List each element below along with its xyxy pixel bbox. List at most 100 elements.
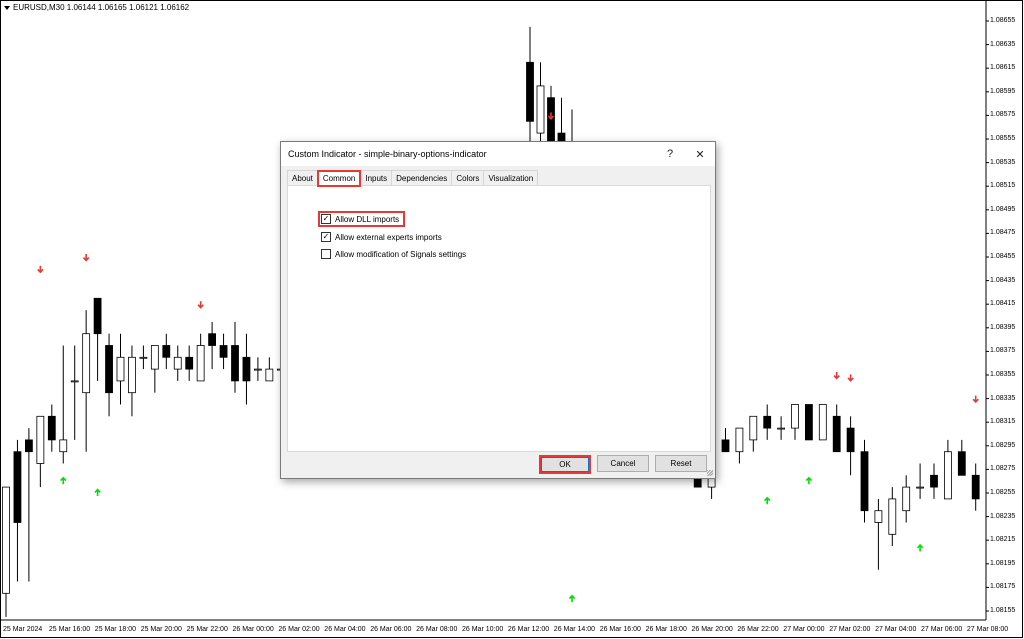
time-tick-label: 26 Mar 20:00 [691, 626, 733, 633]
sell-arrow-icon [972, 395, 979, 404]
price-tick-label: 1.08615 [990, 64, 1016, 72]
allow-dll-imports-checkbox[interactable]: ✓ [321, 214, 331, 224]
allow-external-experts-option[interactable]: ✓ Allow external experts imports [321, 232, 442, 242]
bull-candle [196, 345, 205, 382]
resize-grip-icon[interactable] [707, 470, 713, 476]
price-tick-label: 1.08335 [990, 394, 1016, 402]
bear-candle [208, 333, 217, 346]
time-tick-label: 27 Mar 02:00 [829, 626, 871, 633]
buy-arrow-icon [568, 594, 576, 603]
time-tick-label: 25 Mar 20:00 [140, 626, 182, 633]
bull-candle [944, 451, 952, 500]
time-tick-label: 26 Mar 02:00 [278, 626, 320, 633]
bear-candle [957, 451, 966, 476]
allow-signals-modification-option[interactable]: Allow modification of Signals settings [321, 249, 466, 259]
buy-arrow-icon [764, 496, 771, 505]
bear-candle [231, 345, 239, 382]
time-tick-label: 26 Mar 12:00 [507, 626, 550, 633]
price-tick-label: 1.08655 [990, 17, 1016, 24]
time-tick-label: 27 Mar 00:00 [783, 626, 825, 633]
sell-arrow-icon [833, 372, 840, 380]
time-tick-label: 27 Mar 06:00 [921, 626, 963, 633]
price-tick-label: 1.08635 [990, 40, 1016, 48]
time-tick-label: 26 Mar 08:00 [416, 626, 458, 633]
price-tick-label: 1.08215 [990, 536, 1016, 544]
bull-candle [116, 356, 125, 382]
allow-external-experts-checkbox[interactable]: ✓ [321, 232, 331, 242]
allow-dll-imports-option[interactable]: ✓ Allow DLL imports [317, 211, 406, 227]
bear-candle [105, 345, 113, 394]
bear-candle [526, 61, 534, 122]
bull-candle [536, 85, 545, 134]
bull-candle [173, 356, 182, 370]
price-tick-label: 1.08195 [990, 559, 1016, 567]
allow-external-experts-label: Allow external experts imports [335, 232, 442, 242]
bull-candle [888, 498, 897, 535]
dialog-titlebar[interactable]: Custom Indicator - simple-binary-options… [281, 142, 715, 166]
help-icon[interactable]: ? [655, 142, 685, 166]
bear-candle [846, 427, 855, 453]
reset-button[interactable]: Reset [655, 455, 707, 472]
price-tick-label: 1.08315 [990, 418, 1016, 426]
bear-candle [219, 345, 228, 358]
bear-candle [47, 415, 56, 441]
bull-candle [902, 486, 911, 512]
time-tick-label: 26 Mar 06:00 [370, 626, 412, 633]
bear-candle [805, 404, 813, 441]
time-tick-label: 25 Mar 22:00 [186, 626, 228, 633]
time-tick-label: 26 Mar 18:00 [645, 626, 687, 633]
price-tick-label: 1.08275 [990, 465, 1016, 473]
bull-candle [82, 333, 91, 394]
time-tick-label: 27 Mar 04:00 [875, 626, 917, 633]
bull-candle [139, 356, 148, 359]
price-tick-label: 1.08475 [990, 229, 1016, 237]
ok-button[interactable]: OK [539, 455, 591, 474]
bull-candle [735, 427, 744, 453]
bear-candle [721, 439, 730, 453]
time-tick-label: 26 Mar 16:00 [599, 626, 641, 633]
bull-candle [2, 486, 10, 594]
allow-signals-modification-label: Allow modification of Signals settings [335, 249, 467, 259]
price-tick-label: 1.08455 [990, 253, 1016, 260]
price-tick-label: 1.08175 [990, 583, 1016, 591]
close-icon[interactable]: ✕ [685, 142, 715, 166]
bull-candle [874, 510, 883, 523]
time-tick-label: 27 Mar 08:00 [966, 626, 1009, 633]
buy-arrow-icon [94, 488, 101, 496]
price-tick-label: 1.08355 [990, 371, 1016, 378]
price-tick-label: 1.08575 [990, 111, 1016, 119]
price-tick-label: 1.08255 [990, 489, 1016, 496]
price-tick-label: 1.08395 [990, 323, 1016, 331]
dialog-tabs: About Common Inputs Dependencies Colors … [287, 170, 539, 187]
bull-candle [777, 427, 785, 430]
chart-symbol-header[interactable]: EURUSD,M30 1.06144 1.06165 1.06121 1.061… [4, 3, 189, 12]
buy-arrow-icon [805, 476, 813, 485]
price-tick-label: 1.08515 [990, 182, 1016, 190]
bear-candle [162, 345, 171, 358]
bear-candle [860, 451, 869, 512]
bull-candle [36, 415, 45, 464]
chart-menu-icon[interactable] [4, 5, 10, 10]
price-tick-label: 1.08295 [990, 441, 1016, 449]
bull-candle [818, 404, 827, 441]
bull-candle [128, 356, 136, 394]
time-tick-label: 26 Mar 00:00 [232, 626, 274, 633]
price-tick-label: 1.08595 [990, 87, 1016, 95]
sell-arrow-icon [37, 265, 44, 274]
buy-arrow-icon [916, 543, 924, 552]
price-tick-label: 1.08535 [990, 158, 1016, 166]
bear-candle [13, 451, 22, 523]
cancel-button[interactable]: Cancel [597, 455, 649, 472]
allow-dll-imports-label: Allow DLL imports [335, 214, 400, 224]
bull-candle [150, 345, 159, 370]
bear-candle [763, 415, 772, 429]
dialog-title: Custom Indicator - simple-binary-options… [288, 149, 487, 159]
bear-candle [930, 474, 938, 488]
price-tick-label: 1.08555 [990, 135, 1016, 142]
bull-candle [749, 415, 758, 441]
tab-common[interactable]: Common [316, 170, 362, 187]
custom-indicator-dialog: Custom Indicator - simple-binary-options… [280, 141, 716, 479]
bull-candle [59, 439, 68, 453]
bear-candle [832, 415, 841, 453]
allow-signals-modification-checkbox[interactable] [321, 249, 331, 259]
